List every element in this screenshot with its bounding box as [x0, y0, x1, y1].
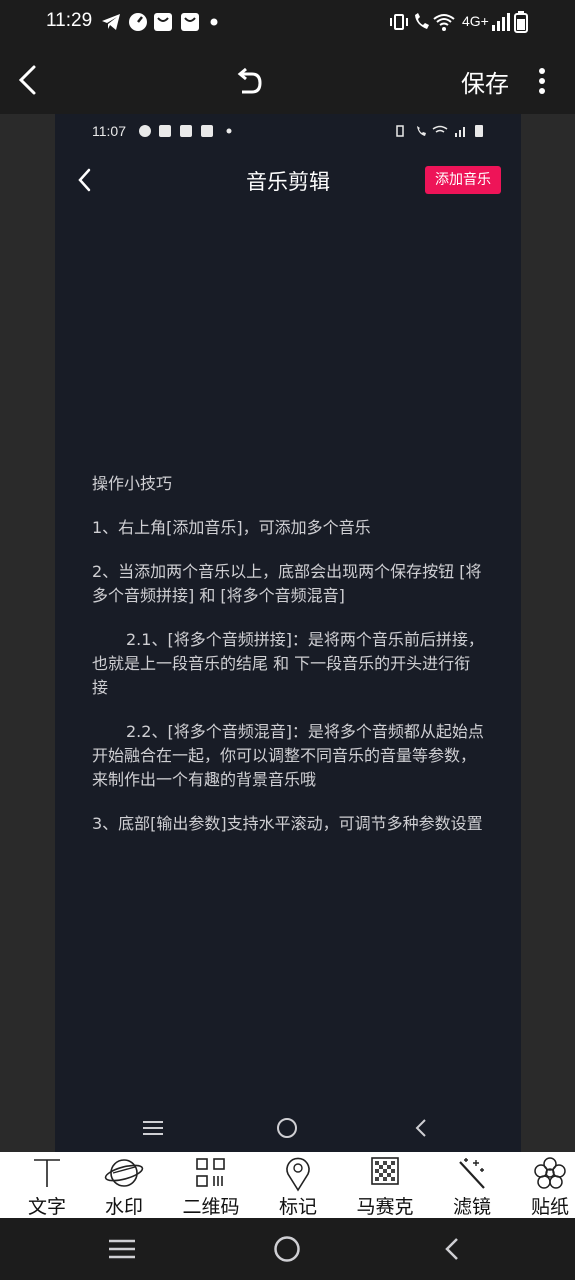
preview-status-icons: [396, 125, 483, 137]
wifi-call-icon: [415, 13, 429, 29]
tool-label: 马赛克: [356, 1196, 414, 1218]
dot-icon: [210, 18, 218, 26]
preview-menu-icon: [143, 1121, 163, 1135]
tool-filter[interactable]: 滤镜: [447, 1152, 497, 1218]
tool-marker[interactable]: 标记: [273, 1152, 323, 1218]
nav-back-icon[interactable]: [441, 1236, 463, 1262]
vibrate-icon: [390, 14, 408, 30]
marker-icon: [286, 1157, 310, 1192]
save-button[interactable]: 保存: [461, 64, 509, 99]
tip-item: 2、当添加两个音乐以上，底部会出现两个保存按钮 [将多个音频拼接] 和 [将多个…: [92, 562, 482, 605]
undo-icon[interactable]: [234, 66, 264, 96]
mail-bag-icon: [201, 125, 213, 137]
tool-mosaic[interactable]: 马赛克: [353, 1152, 417, 1218]
status-time: 11:29: [46, 10, 93, 31]
wifi-icon: [433, 14, 455, 31]
tip-item: 2.1、[将多个音频拼接]：是将两个音乐前后拼接，也就是上一段音乐的结尾 和 下…: [92, 630, 484, 697]
network-type: 4G+: [462, 13, 489, 29]
tip-item: 2.2、[将多个音频混音]：是将多个音频都从起始点开始融合在一起，你可以调整不同…: [92, 722, 484, 789]
watermark-icon: [104, 1159, 144, 1187]
screenshot-preview[interactable]: 11:07 音乐剪辑 添加音乐 操作小技巧 1、右上角[添加音乐]，可添加多个音…: [55, 114, 521, 1152]
status-bar: 11:29 4G+: [0, 0, 575, 46]
telegram-icon: [102, 14, 120, 30]
mail-bag-icon: [159, 125, 171, 137]
tool-qrcode[interactable]: 二维码: [178, 1152, 244, 1218]
mail-bag-icon: [180, 125, 192, 137]
tool-watermark[interactable]: 水印: [99, 1152, 149, 1218]
sticker-icon: [534, 1157, 566, 1189]
home-icon[interactable]: [273, 1235, 301, 1263]
tool-label: 标记: [278, 1196, 317, 1218]
dot-icon: [226, 128, 232, 134]
system-nav-bar: [0, 1218, 575, 1280]
qrcode-icon: [196, 1158, 225, 1187]
tips-heading: 操作小技巧: [92, 474, 173, 493]
edit-tools-bar: 文字 水印 二维码 标记 马赛克 滤镜 贴纸: [0, 1152, 575, 1218]
preview-home-icon: [277, 1118, 297, 1138]
tool-label: 文字: [27, 1196, 66, 1218]
filter-wand-icon: [459, 1158, 485, 1189]
tool-sticker[interactable]: 贴纸: [525, 1152, 575, 1218]
tip-item: 3、底部[输出参数]支持水平滚动，可调节多种参数设置: [92, 814, 483, 833]
editor-top-bar: 保存: [0, 46, 575, 114]
more-menu-icon[interactable]: [534, 66, 550, 96]
tool-label: 滤镜: [452, 1196, 491, 1218]
add-music-button: 添加音乐: [425, 166, 501, 194]
tool-label: 贴纸: [530, 1196, 569, 1218]
recent-apps-icon[interactable]: [108, 1238, 136, 1260]
preview-status-time: 11:07: [92, 123, 126, 139]
tool-label: 二维码: [182, 1196, 240, 1218]
signal-icon: [492, 13, 510, 31]
preview-back-nav-icon: [415, 1119, 426, 1137]
battery-icon: [514, 11, 528, 33]
speedometer-icon: [139, 125, 151, 137]
speedometer-icon: [129, 13, 147, 31]
text-icon: [34, 1159, 60, 1187]
mosaic-icon: [371, 1157, 399, 1185]
back-arrow-icon[interactable]: [14, 64, 42, 96]
tool-text[interactable]: 文字: [22, 1152, 72, 1218]
tip-item: 1、右上角[添加音乐]，可添加多个音乐: [92, 518, 371, 537]
mail-bag-icon: [154, 13, 172, 31]
mail-bag-icon: [181, 13, 199, 31]
tool-label: 水印: [104, 1196, 143, 1218]
tips-text: 操作小技巧 1、右上角[添加音乐]，可添加多个音乐 2、当添加两个音乐以上，底部…: [92, 472, 484, 856]
